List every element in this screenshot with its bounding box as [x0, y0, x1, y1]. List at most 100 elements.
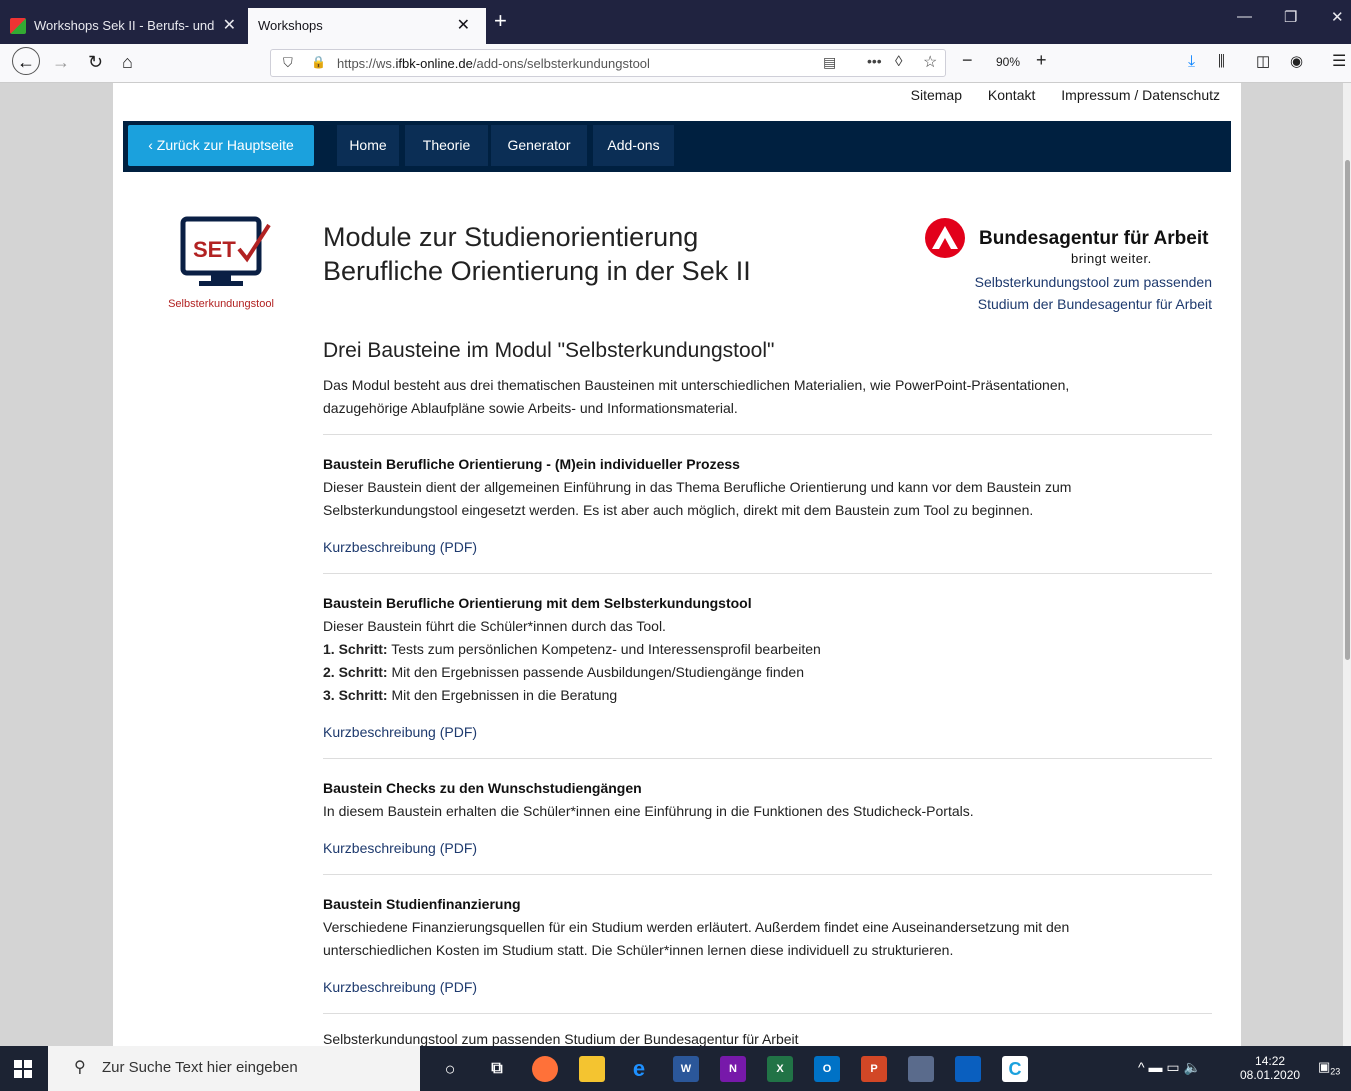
browser-tab-active[interactable]: Workshops ✕	[248, 8, 486, 44]
baustein-text: Dieser Baustein führt die Schüler*innen …	[323, 618, 666, 634]
tab-title: Workshops Sek II - Berufs- und	[34, 18, 215, 33]
pdf-link[interactable]: Kurzbeschreibung (PDF)	[323, 837, 1212, 860]
edge-icon[interactable]: e	[626, 1056, 652, 1082]
close-window-icon[interactable]: ✕	[1331, 8, 1344, 26]
svg-text:SET: SET	[193, 237, 236, 262]
main-navigation: ‹ Zurück zur Hauptseite Home Theorie Gen…	[123, 121, 1231, 172]
search-icon: ⚲	[74, 1059, 86, 1076]
taskbar-search[interactable]: ⚲ Zur Suche Text hier eingeben	[48, 1046, 420, 1091]
forward-icon[interactable]: →	[52, 51, 70, 73]
account-icon[interactable]: ◉	[1290, 51, 1303, 73]
powerpoint-icon[interactable]: P	[861, 1056, 887, 1082]
sidebar-icon[interactable]: ◫	[1256, 51, 1270, 73]
partner-link[interactable]: Selbsterkundungstool zum passenden Studi…	[975, 271, 1212, 315]
photos-icon[interactable]	[955, 1056, 981, 1082]
back-to-main-button[interactable]: ‹ Zurück zur Hauptseite	[128, 125, 314, 166]
outlook-icon[interactable]: O	[814, 1056, 840, 1082]
baustein-text: Verschiedene Finanzierungsquellen für ei…	[323, 919, 1070, 958]
monitor-check-icon: SET	[180, 216, 271, 286]
shield-icon[interactable]: ⛉	[283, 55, 293, 71]
reload-icon[interactable]: ↻	[88, 51, 103, 73]
set-logo: SET Selbsterkundungstool	[161, 213, 281, 313]
baustein-text: Dieser Baustein dient der allgemeinen Ei…	[323, 479, 1072, 518]
scrollbar-thumb[interactable]	[1345, 160, 1350, 660]
baustein-section: Baustein Studienfinanzierung Verschieden…	[323, 893, 1212, 999]
step-item: 2. Schritt: Mit den Ergebnissen passende…	[323, 664, 805, 680]
restore-icon[interactable]: ❐	[1284, 8, 1297, 26]
top-links: Sitemap Kontakt Impressum / Datenschutz	[889, 87, 1220, 103]
baustein-text: In diesem Baustein erhalten die Schüler*…	[323, 803, 974, 819]
step-item: 3. Schritt: Mit den Ergebnissen in die B…	[323, 687, 618, 703]
pdf-link[interactable]: Kurzbeschreibung (PDF)	[323, 721, 1212, 744]
nav-theorie[interactable]: Theorie	[405, 125, 488, 166]
snipping-tool-icon[interactable]	[908, 1056, 934, 1082]
excel-icon[interactable]: X	[767, 1056, 793, 1082]
favicon-icon	[10, 18, 26, 34]
kontakt-link[interactable]: Kontakt	[988, 87, 1035, 103]
reader-view-icon[interactable]: ▤	[823, 54, 836, 71]
nav-add-ons[interactable]: Add-ons	[593, 125, 674, 166]
address-bar[interactable]: ⛉ 🔒 https://ws.ifbk-online.de/add-ons/se…	[270, 49, 946, 77]
page-actions-icon[interactable]: •••	[867, 53, 882, 69]
pdf-link[interactable]: Kurzbeschreibung (PDF)	[323, 976, 1212, 999]
main-content: Drei Bausteine im Modul "Selbsterkundung…	[323, 338, 1212, 1046]
close-tab-icon[interactable]: ✕	[223, 8, 236, 44]
divider	[323, 434, 1212, 435]
impressum-link[interactable]: Impressum / Datenschutz	[1061, 87, 1220, 103]
ba-logo-icon	[925, 218, 965, 258]
app-c-icon[interactable]: C	[1002, 1056, 1028, 1082]
onenote-icon[interactable]: N	[720, 1056, 746, 1082]
back-icon[interactable]: ←	[12, 47, 40, 75]
tray-icons[interactable]: ^ ▬ ▭ 🔈	[1138, 1060, 1201, 1074]
divider	[323, 758, 1212, 759]
new-tab-icon[interactable]: +	[494, 10, 507, 32]
clock[interactable]: 14:22 08.01.2020	[1240, 1054, 1300, 1082]
page-title: Module zur Studienorientierung Beruflich…	[323, 222, 751, 286]
cortana-icon[interactable]: ○	[437, 1056, 463, 1082]
menu-icon[interactable]: ☰	[1332, 51, 1346, 73]
home-icon[interactable]: ⌂	[122, 51, 133, 73]
footer-link[interactable]: Selbsterkundungstool zum passenden Studi…	[323, 1028, 1212, 1046]
zoom-out-icon[interactable]: −	[962, 49, 973, 71]
bookmark-star-icon[interactable]: ☆	[923, 52, 937, 72]
taskbar: ⚲ Zur Suche Text hier eingeben ○ ⧉ e W N…	[0, 1046, 1351, 1091]
divider	[323, 874, 1212, 875]
lock-icon: 🔒	[311, 55, 326, 69]
tab-title: Workshops	[258, 18, 323, 33]
zoom-level[interactable]: 90%	[996, 48, 1020, 76]
step-item: 1. Schritt: Tests zum persönlichen Kompe…	[323, 641, 821, 657]
partner-tagline: bringt weiter.	[1071, 251, 1152, 266]
baustein-heading: Baustein Berufliche Orientierung - (M)ei…	[323, 456, 740, 472]
close-tab-icon[interactable]: ✕	[457, 8, 470, 44]
zoom-in-icon[interactable]: +	[1036, 49, 1047, 71]
baustein-heading: Baustein Checks zu den Wunschstudiengäng…	[323, 780, 642, 796]
url-text: https://ws.ifbk-online.de/add-ons/selbst…	[337, 56, 650, 71]
firefox-icon[interactable]	[532, 1056, 558, 1082]
search-placeholder: Zur Suche Text hier eingeben	[102, 1059, 298, 1076]
web-page: Sitemap Kontakt Impressum / Datenschutz …	[113, 83, 1241, 1046]
library-icon[interactable]: ⫼	[1218, 51, 1225, 73]
intro-text: Das Modul besteht aus drei thematischen …	[323, 377, 1070, 416]
notification-icon[interactable]: ▣23	[1318, 1060, 1340, 1079]
baustein-section: Baustein Berufliche Orientierung mit dem…	[323, 592, 1212, 744]
pocket-icon[interactable]: ◊	[895, 53, 902, 70]
partner-name: Bundesagentur für Arbeit	[979, 228, 1209, 249]
nav-home[interactable]: Home	[337, 125, 399, 166]
windows-start-icon[interactable]	[14, 1060, 32, 1078]
word-icon[interactable]: W	[673, 1056, 699, 1082]
task-view-icon[interactable]: ⧉	[484, 1056, 510, 1082]
minimize-icon[interactable]: —	[1237, 8, 1252, 25]
baustein-heading: Baustein Studienfinanzierung	[323, 896, 521, 912]
baustein-heading: Baustein Berufliche Orientierung mit dem…	[323, 595, 752, 611]
divider	[323, 1013, 1212, 1014]
sitemap-link[interactable]: Sitemap	[911, 87, 962, 103]
baustein-section: Baustein Berufliche Orientierung - (M)ei…	[323, 453, 1212, 559]
browser-toolbar: ← → ↻ ⌂ ⛉ 🔒 https://ws.ifbk-online.de/ad…	[0, 44, 1351, 83]
file-explorer-icon[interactable]	[579, 1056, 605, 1082]
logo-caption: Selbsterkundungstool	[168, 298, 274, 310]
browser-tab-bar: Workshops Sek II - Berufs- und ✕ Worksho…	[0, 0, 1351, 44]
pdf-link[interactable]: Kurzbeschreibung (PDF)	[323, 536, 1212, 559]
nav-generator[interactable]: Generator	[491, 125, 587, 166]
browser-tab[interactable]: Workshops Sek II - Berufs- und ✕	[0, 8, 248, 44]
download-icon[interactable]: ⤓	[1188, 51, 1195, 73]
